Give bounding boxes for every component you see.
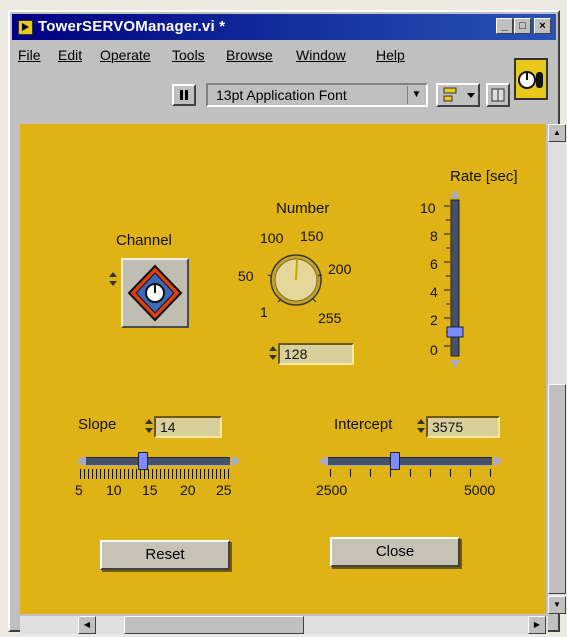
close-button[interactable]: Close <box>330 537 460 567</box>
slope-value: 14 <box>160 419 176 435</box>
slope-scale-ticks <box>80 469 230 479</box>
slope-tick-5: 5 <box>75 482 83 498</box>
intercept-scale-ticks <box>330 469 494 477</box>
channel-inc-dec[interactable] <box>108 269 118 319</box>
intercept-decrement-arrow[interactable] <box>318 456 327 466</box>
horizontal-scroll-thumb[interactable] <box>124 616 304 634</box>
number-value: 128 <box>284 346 308 362</box>
vi-run-icon <box>18 20 33 35</box>
rate-tick-6: 6 <box>430 256 438 272</box>
intercept-tick-5000: 5000 <box>464 482 496 498</box>
rate-slider-thumb[interactable] <box>446 326 464 338</box>
number-inc-dec[interactable] <box>268 343 278 365</box>
channel-ring-control[interactable] <box>121 258 189 328</box>
number-label: Number <box>276 200 330 217</box>
menu-window[interactable]: Window <box>296 47 346 63</box>
slope-tick-15: 15 <box>142 482 158 498</box>
menu-bar: File Edit Operate Tools Browse Window He… <box>12 44 556 66</box>
servo-channel-icon <box>127 264 183 322</box>
intercept-label: Intercept <box>334 416 393 433</box>
font-selector-value: 13pt Application Font <box>216 87 347 103</box>
slope-slider-track[interactable] <box>86 457 230 466</box>
menu-help[interactable]: Help <box>376 47 405 63</box>
intercept-tick-2500: 2500 <box>316 482 348 498</box>
reset-button[interactable]: Reset <box>100 540 230 570</box>
horizontal-scrollbar[interactable]: ◀ ▶ <box>20 616 548 634</box>
distribute-icon <box>491 88 505 102</box>
maximize-button[interactable]: □ <box>514 18 531 34</box>
number-knob[interactable] <box>252 242 342 316</box>
slope-slider-thumb[interactable] <box>138 452 148 470</box>
chevron-down-icon[interactable]: ▼ <box>407 86 425 104</box>
distribute-objects-button[interactable] <box>486 83 510 107</box>
font-selector[interactable]: 13pt Application Font ▼ <box>206 83 428 107</box>
slope-inc-dec[interactable] <box>144 416 154 438</box>
intercept-inc-dec[interactable] <box>416 416 426 438</box>
title-bar[interactable]: TowerSERVOManager.vi * _ □ × <box>12 14 556 40</box>
intercept-increment-arrow[interactable] <box>494 456 503 466</box>
scroll-left-button[interactable]: ◀ <box>78 616 96 634</box>
toolbar: 13pt Application Font ▼ <box>12 68 556 114</box>
intercept-slider-track[interactable] <box>328 457 492 466</box>
align-objects-button[interactable] <box>436 83 480 107</box>
align-icon <box>443 87 475 102</box>
slope-tick-10: 10 <box>106 482 122 498</box>
scroll-right-button[interactable]: ▶ <box>528 616 546 634</box>
rate-label: Rate [sec] <box>450 168 518 185</box>
number-numeric-input[interactable]: 128 <box>278 343 354 365</box>
window-title: TowerSERVOManager.vi * <box>38 18 226 35</box>
scroll-up-button[interactable]: ▲ <box>548 124 566 142</box>
menu-edit[interactable]: Edit <box>58 47 82 63</box>
servo-icon <box>518 71 543 89</box>
channel-label: Channel <box>116 232 172 249</box>
close-window-button[interactable]: × <box>534 18 551 34</box>
menu-browse[interactable]: Browse <box>226 47 273 63</box>
scroll-down-button[interactable]: ▼ <box>548 596 566 614</box>
vi-window: TowerSERVOManager.vi * _ □ × File Edit O… <box>8 10 566 634</box>
intercept-numeric-input[interactable]: 3575 <box>426 416 500 438</box>
vertical-scrollbar[interactable]: ▲ ▼ <box>548 124 566 614</box>
intercept-value: 3575 <box>432 419 464 435</box>
rate-tick-4: 4 <box>430 284 438 300</box>
minimize-button[interactable]: _ <box>496 18 513 34</box>
slope-numeric-input[interactable]: 14 <box>154 416 222 438</box>
rate-tick-2: 2 <box>430 312 438 328</box>
slope-tick-20: 20 <box>180 482 196 498</box>
menu-file[interactable]: File <box>18 47 41 63</box>
pause-button[interactable] <box>172 84 196 106</box>
slope-increment-arrow[interactable] <box>232 456 241 466</box>
vertical-scroll-thumb[interactable] <box>548 384 566 594</box>
slope-decrement-arrow[interactable] <box>76 456 85 466</box>
rate-tick-10: 10 <box>420 200 436 216</box>
rate-tick-0: 0 <box>430 342 438 358</box>
vi-connector-icon[interactable] <box>514 58 548 100</box>
intercept-slider-thumb[interactable] <box>390 452 400 470</box>
menu-operate[interactable]: Operate <box>100 47 151 63</box>
slope-label: Slope <box>78 416 117 433</box>
rate-scale-ticks <box>444 205 450 347</box>
rate-vertical-slider[interactable] <box>438 190 472 370</box>
rate-tick-8: 8 <box>430 228 438 244</box>
menu-tools[interactable]: Tools <box>172 47 205 63</box>
slope-tick-25: 25 <box>216 482 232 498</box>
front-panel: Channel Number 100 150 50 200 1 255 128 … <box>20 124 546 614</box>
